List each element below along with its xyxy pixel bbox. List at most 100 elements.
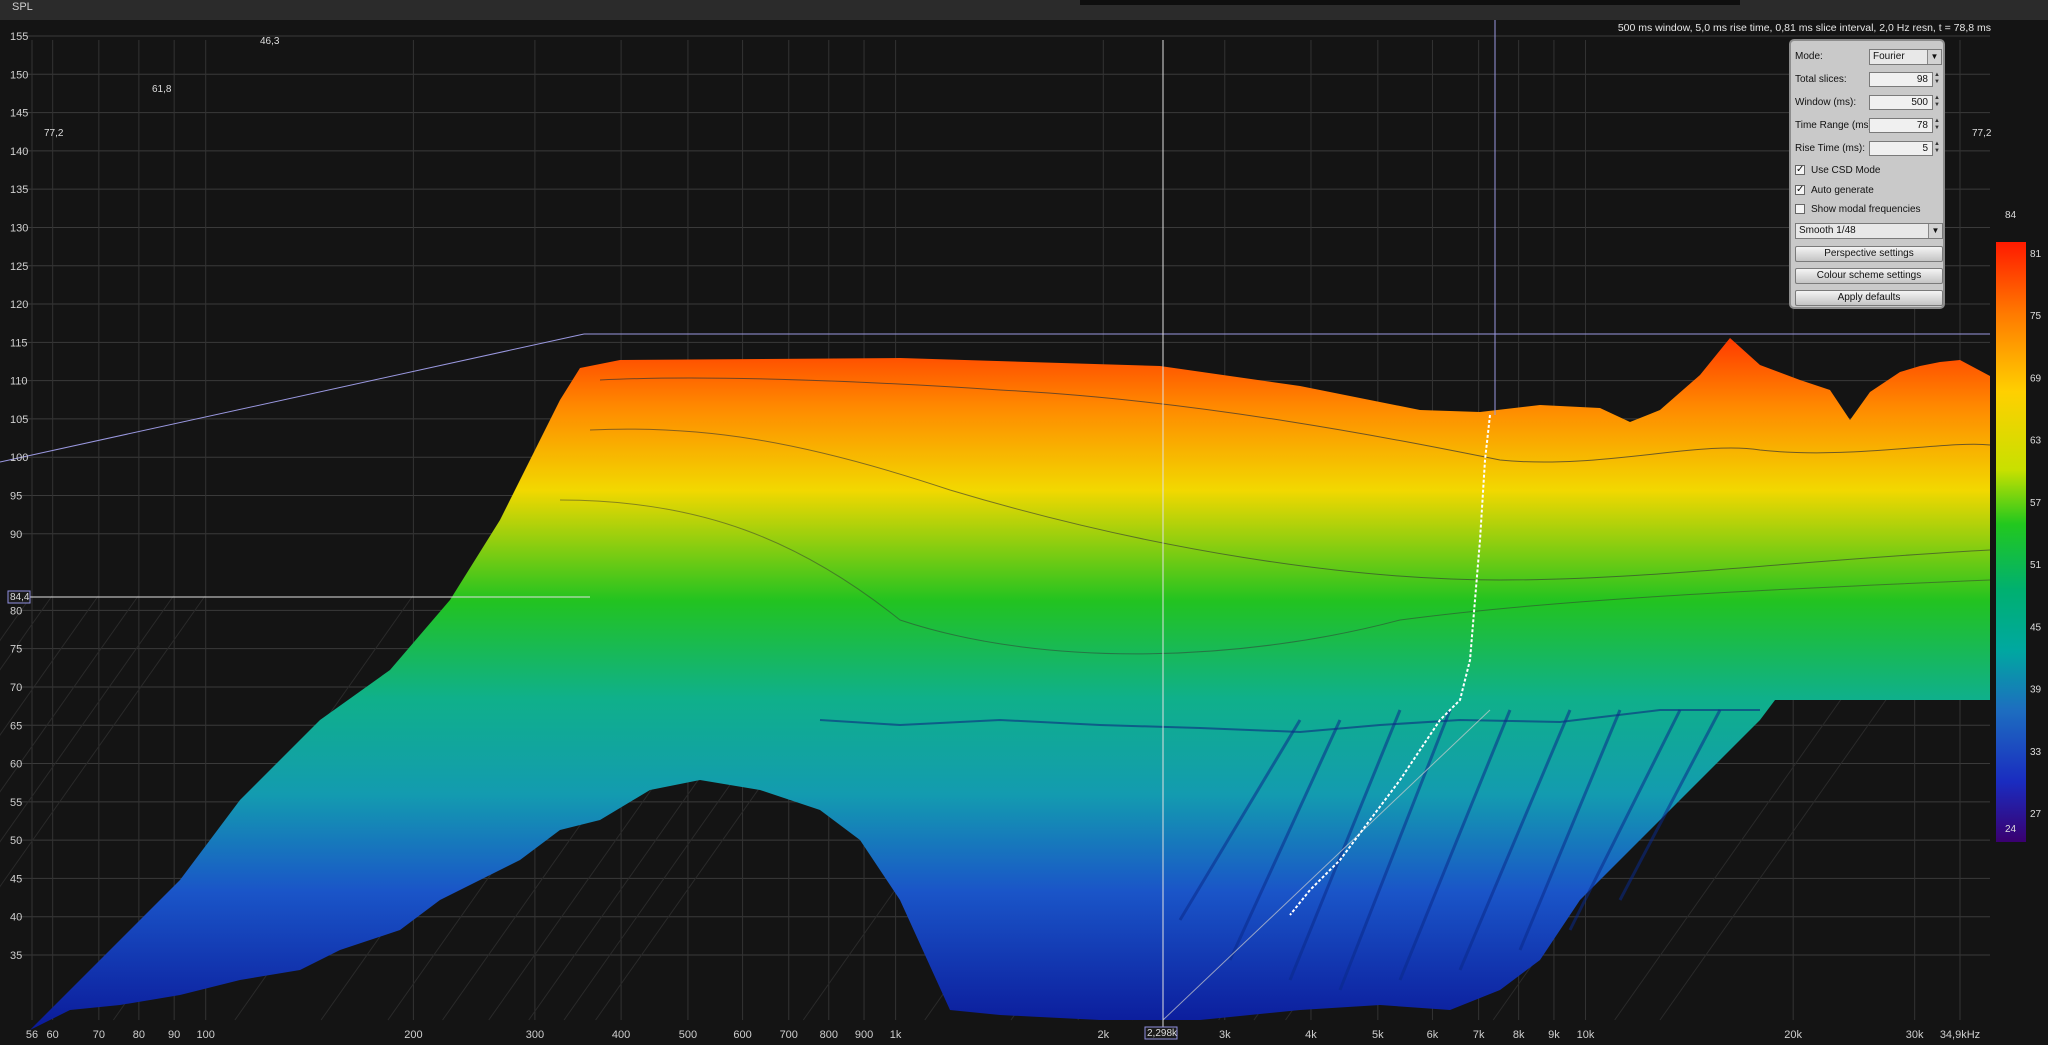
x-tick-label: 90 (168, 1029, 180, 1041)
x-tick-label: 70 (93, 1029, 105, 1041)
svg-text:46,3: 46,3 (260, 36, 280, 47)
x-tick-label: 9k (1548, 1029, 1560, 1041)
colour-scale-max: 84 (2005, 210, 2017, 221)
y-tick-label: 80 (10, 605, 22, 617)
spinner-arrows-icon[interactable]: ▲ ▼ (1934, 118, 1941, 133)
colour-scale-label: 33 (2030, 747, 2042, 758)
y-tick-label: 45 (10, 873, 22, 885)
top-bar: SPL (0, 0, 2048, 20)
spinner-arrows-icon[interactable]: ▲ ▼ (1934, 141, 1941, 156)
smoothing-select[interactable]: Smooth 1/48 ▼ (1795, 223, 1943, 239)
y-tick-label: 60 (10, 759, 22, 771)
x-tick-label: 900 (855, 1029, 873, 1041)
y-tick-label: 90 (10, 529, 22, 541)
x-tick-label: 2k (1097, 1029, 1109, 1041)
y-tick-label: 40 (10, 912, 22, 924)
y-tick-label: 100 (10, 452, 28, 464)
x-tick-label: 700 (780, 1029, 798, 1041)
y-tick-label: 155 (10, 31, 28, 43)
y-tick-label: 65 (10, 720, 22, 732)
x-tick-label: 500 (679, 1029, 697, 1041)
window-label: Window (ms): (1795, 97, 1857, 108)
y-tick-label: 115 (10, 337, 28, 349)
svg-text:77,2: 77,2 (1972, 128, 1992, 139)
y-tick-label: 135 (10, 184, 28, 196)
apply-defaults-button[interactable]: Apply defaults (1795, 290, 1943, 306)
total-slices-input[interactable]: 98 (1869, 72, 1933, 87)
cursor-freq-readout: 2,298k (1144, 1026, 1178, 1040)
auto-generate-checkbox[interactable]: ✓ (1795, 185, 1805, 195)
x-tick-label: 60 (47, 1029, 59, 1041)
spinner-arrows-icon[interactable]: ▲ ▼ (1934, 95, 1941, 110)
window-row: Window (ms): 500 ▲ ▼ (1795, 94, 1943, 112)
analysis-info: 500 ms window, 5,0 ms rise time, 0,81 ms… (1617, 22, 1991, 34)
y-tick-label: 105 (10, 414, 28, 426)
csd-waterfall-plot[interactable]: 84,4 2,298k 46,3 61,8 77,2 77,2 155 150 14… (0, 20, 2048, 1045)
cursor-spl-readout: 84,4 (7, 590, 31, 604)
x-tick-label: 6k (1427, 1029, 1439, 1041)
axis-title-spl: SPL (12, 1, 33, 13)
rise-time-label: Rise Time (ms): (1795, 143, 1865, 154)
perspective-settings-button[interactable]: Perspective settings (1795, 246, 1943, 262)
x-tick-label: 200 (404, 1029, 422, 1041)
mode-value: Fourier (1873, 51, 1905, 62)
window-input[interactable]: 500 (1869, 95, 1933, 110)
x-tick-label: 7k (1473, 1029, 1485, 1041)
rise-time-row: Rise Time (ms): 5 ▲ ▼ (1795, 140, 1943, 158)
show-modal-label: Show modal frequencies (1811, 204, 1921, 215)
chevron-down-icon[interactable]: ▼ (1927, 50, 1941, 64)
auto-generate-label: Auto generate (1811, 185, 1874, 196)
x-tick-label: 56 (26, 1029, 38, 1041)
total-slices-row: Total slices: 98 ▲ ▼ (1795, 71, 1943, 89)
y-tick-label: 95 (10, 491, 22, 503)
colour-scale-label: 45 (2030, 622, 2042, 633)
x-tick-label: 3k (1219, 1029, 1231, 1041)
y-tick-label: 70 (10, 682, 22, 694)
smoothing-value: Smooth 1/48 (1799, 225, 1856, 236)
y-tick-label: 130 (10, 222, 28, 234)
show-modal-checkbox[interactable] (1795, 204, 1805, 214)
x-tick-label: 300 (526, 1029, 544, 1041)
svg-text:2,298k: 2,298k (1147, 1028, 1178, 1039)
time-range-input[interactable]: 78 (1869, 118, 1933, 133)
y-tick-label: 140 (10, 146, 28, 158)
auto-generate-row: ✓ Auto generate (1795, 182, 1943, 200)
x-tick-label: 8k (1513, 1029, 1525, 1041)
time-range-label: Time Range (ms): (1795, 120, 1875, 131)
y-tick-label: 110 (10, 376, 28, 388)
mode-label: Mode: (1795, 51, 1823, 62)
mode-row: Mode: Fourier ▼ (1795, 48, 1943, 66)
x-tick-label: 600 (733, 1029, 751, 1041)
colour-scale-label: 57 (2030, 498, 2042, 509)
y-tick-label: 55 (10, 797, 22, 809)
colour-scale-label: 27 (2030, 809, 2042, 820)
use-csd-checkbox[interactable]: ✓ (1795, 165, 1805, 175)
svg-text:61,8: 61,8 (152, 84, 172, 95)
x-tick-label: 30k (1906, 1029, 1924, 1041)
x-tick-label: 1k (890, 1029, 902, 1041)
x-tick-label: 10k (1577, 1029, 1595, 1041)
rise-time-input[interactable]: 5 (1869, 141, 1933, 156)
csd-settings-panel: Mode: Fourier ▼ Total slices: 98 ▲ ▼ Wind… (1789, 39, 1945, 309)
colour-scale-label: 51 (2030, 560, 2042, 571)
chevron-down-icon[interactable]: ▼ (1928, 224, 1942, 238)
svg-text:77,2: 77,2 (44, 128, 64, 139)
top-strip (1080, 0, 1740, 5)
spinner-arrows-icon[interactable]: ▲ ▼ (1934, 72, 1941, 87)
colour-scheme-settings-button[interactable]: Colour scheme settings (1795, 268, 1943, 284)
x-axis-ticks: 56 60 70 80 90 100 200 300 400 500 600 700 800 900 1k 2… (26, 1029, 1980, 1041)
show-modal-row: Show modal frequencies (1795, 201, 1943, 219)
x-tick-label: 4k (1305, 1029, 1317, 1041)
x-tick-label: 5k (1372, 1029, 1384, 1041)
mode-select[interactable]: Fourier ▼ (1869, 49, 1942, 65)
waterfall-surface (30, 338, 1991, 1030)
x-tick-label: 80 (133, 1029, 145, 1041)
colour-scale-label: 39 (2030, 685, 2042, 696)
y-tick-label: 120 (10, 299, 28, 311)
colour-scale-label: 69 (2030, 373, 2042, 384)
y-tick-label: 35 (10, 950, 22, 962)
time-range-row: Time Range (ms): 78 ▲ ▼ (1795, 117, 1943, 135)
svg-text:84,4: 84,4 (10, 592, 30, 603)
colour-scale-label: 75 (2030, 311, 2042, 322)
use-csd-label: Use CSD Mode (1811, 165, 1881, 176)
